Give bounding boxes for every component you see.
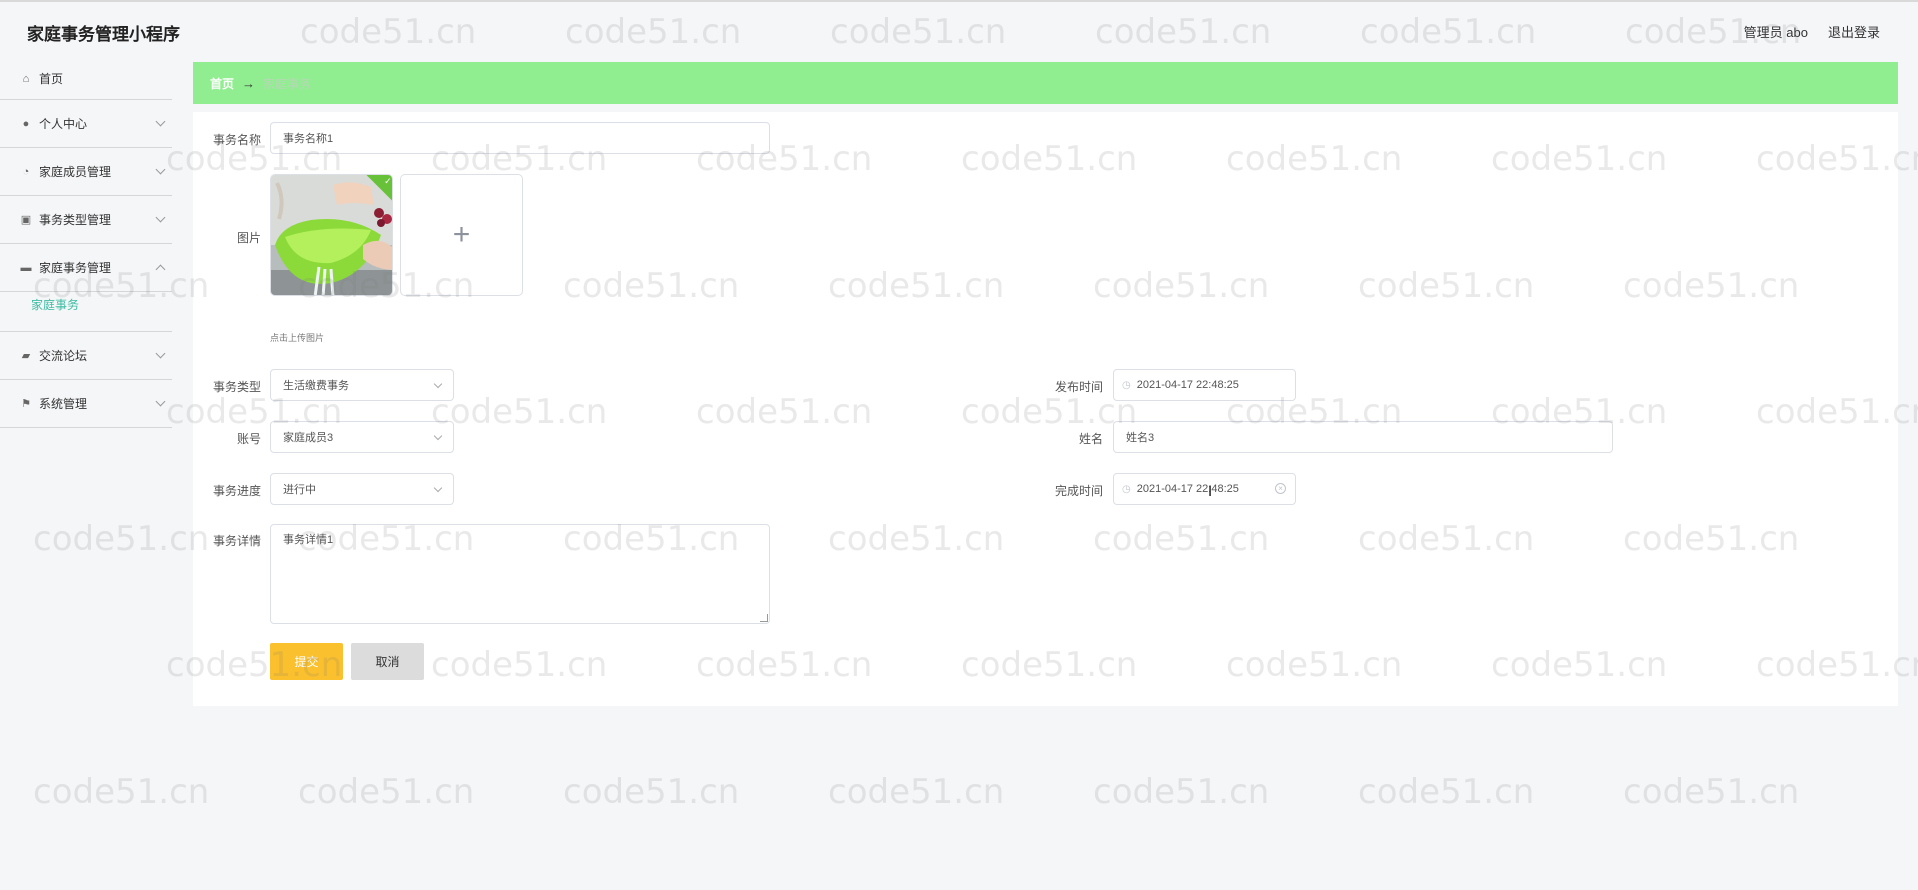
dashboard-icon: ◔ (22, 165, 30, 178)
chevron-up-icon (155, 264, 166, 275)
detail-label: 事务详情 (212, 534, 261, 548)
sidebar-item-label: 个人中心 (39, 117, 88, 131)
home-icon: ⌂ (22, 72, 30, 85)
sidebar-item-system[interactable]: ⚑ 系统管理 (0, 380, 172, 428)
publish-time-label: 发布时间 (1054, 380, 1103, 394)
finish-time-picker[interactable]: ◷ 2021-04-17 22:48:25 × (1113, 473, 1296, 505)
flag-icon: ⚑ (21, 398, 31, 410)
finish-time-value: 2021-04-17 22:48:25 (1136, 483, 1239, 495)
affair-type-label: 事务类型 (212, 380, 261, 394)
sidebar-item-label: 交流论坛 (39, 349, 88, 363)
clear-icon[interactable]: × (1275, 483, 1286, 494)
colander-photo (271, 175, 392, 295)
watermark-text: code51.cn (563, 772, 740, 812)
sidebar-item-home[interactable]: ⌂ 首页 (0, 58, 172, 100)
top-bar: 家庭事务管理小程序 管理员 abo 退出登录 (0, 0, 1918, 58)
breadcrumb-home-link[interactable]: 首页 (210, 75, 234, 92)
detail-textarea[interactable]: 事务详情1 (270, 524, 770, 624)
progress-label: 事务进度 (212, 484, 261, 498)
detail-value: 事务详情1 (283, 534, 334, 546)
uploaded-image-thumbnail[interactable]: ✓ (270, 174, 393, 296)
sidebar-item-label: 首页 (39, 72, 64, 86)
logout-button[interactable]: 退出登录 (1828, 22, 1880, 41)
sidebar-item-label: 家庭成员管理 (39, 165, 112, 179)
watermark-text: code51.cn (1358, 772, 1535, 812)
affair-name-value: 事务名称1 (283, 133, 334, 145)
ticket-icon: ▰ (21, 350, 31, 362)
clipboard-icon: ▣ (20, 214, 32, 226)
person-name-value: 姓名3 (1126, 432, 1155, 444)
watermark-text: code51.cn (828, 772, 1005, 812)
person-name-input[interactable]: 姓名3 (1113, 421, 1613, 453)
breadcrumb-separator: → (242, 75, 256, 91)
image-label: 图片 (236, 231, 261, 245)
sidebar-item-label: 家庭事务管理 (39, 261, 112, 275)
watermark-text: code51.cn (298, 772, 475, 812)
affair-name-label: 事务名称 (212, 133, 261, 147)
sidebar-item-forum[interactable]: ▰ 交流论坛 (0, 332, 172, 380)
chevron-down-icon (433, 483, 443, 493)
chevron-down-icon (155, 212, 166, 223)
chevron-down-icon (433, 379, 443, 389)
resize-handle-icon[interactable] (760, 614, 768, 622)
admin-user-label[interactable]: 管理员 abo (1744, 22, 1808, 41)
watermark-text: code51.cn (1623, 772, 1800, 812)
briefcase-icon: ▬ (20, 261, 32, 274)
submit-button[interactable]: 提交 (270, 643, 343, 680)
plus-icon: + (452, 218, 471, 251)
sidebar: ⌂ 首页 ● 个人中心 ◔ 家庭成员管理 ▣ 事务类型管理 ▬ 家庭事务管理 家… (0, 58, 172, 428)
chevron-down-icon (155, 348, 166, 359)
sidebar-item-family-members[interactable]: ◔ 家庭成员管理 (0, 148, 172, 196)
sidebar-item-family-affairs[interactable]: ▬ 家庭事务管理 (0, 244, 172, 292)
publish-time-value: 2021-04-17 22:48:25 (1136, 379, 1239, 391)
chevron-down-icon (155, 164, 166, 175)
text-cursor-icon: I (1208, 484, 1213, 500)
finish-time-label: 完成时间 (1054, 484, 1103, 498)
account-select[interactable]: 家庭成员3 (270, 421, 454, 453)
app-title: 家庭事务管理小程序 (27, 25, 180, 44)
affair-type-select[interactable]: 生活缴费事务 (270, 369, 454, 401)
person-name-label: 姓名 (1078, 432, 1103, 446)
chevron-down-icon (433, 431, 443, 441)
watermark-text: code51.cn (33, 772, 210, 812)
watermark-text: code51.cn (1093, 772, 1270, 812)
breadcrumb-current: 家庭事务 (263, 76, 312, 91)
clock-icon: ◷ (1122, 379, 1131, 391)
user-icon: ● (22, 117, 30, 130)
account-value: 家庭成员3 (283, 432, 334, 444)
top-user-area: 管理员 abo 退出登录 (1744, 22, 1880, 41)
sidebar-item-affair-types[interactable]: ▣ 事务类型管理 (0, 196, 172, 244)
breadcrumb: 首页 → 家庭事务 (193, 62, 1898, 104)
sidebar-item-label: 系统管理 (39, 397, 88, 411)
check-icon: ✓ (384, 176, 392, 187)
account-label: 账号 (236, 432, 261, 446)
sidebar-item-personal-center[interactable]: ● 个人中心 (0, 100, 172, 148)
sidebar-item-label: 事务类型管理 (39, 213, 112, 227)
chevron-down-icon (155, 116, 166, 127)
upload-tip: 点击上传图片 (270, 333, 325, 343)
watermark-text: code51.cn (33, 519, 210, 559)
chevron-down-icon (155, 396, 166, 407)
sidebar-subitem-family-affair[interactable]: 家庭事务 (0, 292, 172, 332)
cancel-button[interactable]: 取消 (351, 643, 424, 680)
affair-name-input[interactable]: 事务名称1 (270, 122, 770, 154)
progress-value: 进行中 (283, 484, 316, 496)
clock-icon: ◷ (1122, 483, 1131, 495)
image-upload-button[interactable]: + (400, 174, 523, 296)
progress-select[interactable]: 进行中 (270, 473, 454, 505)
affair-type-value: 生活缴费事务 (283, 380, 349, 392)
publish-time-picker[interactable]: ◷ 2021-04-17 22:48:25 (1113, 369, 1296, 401)
